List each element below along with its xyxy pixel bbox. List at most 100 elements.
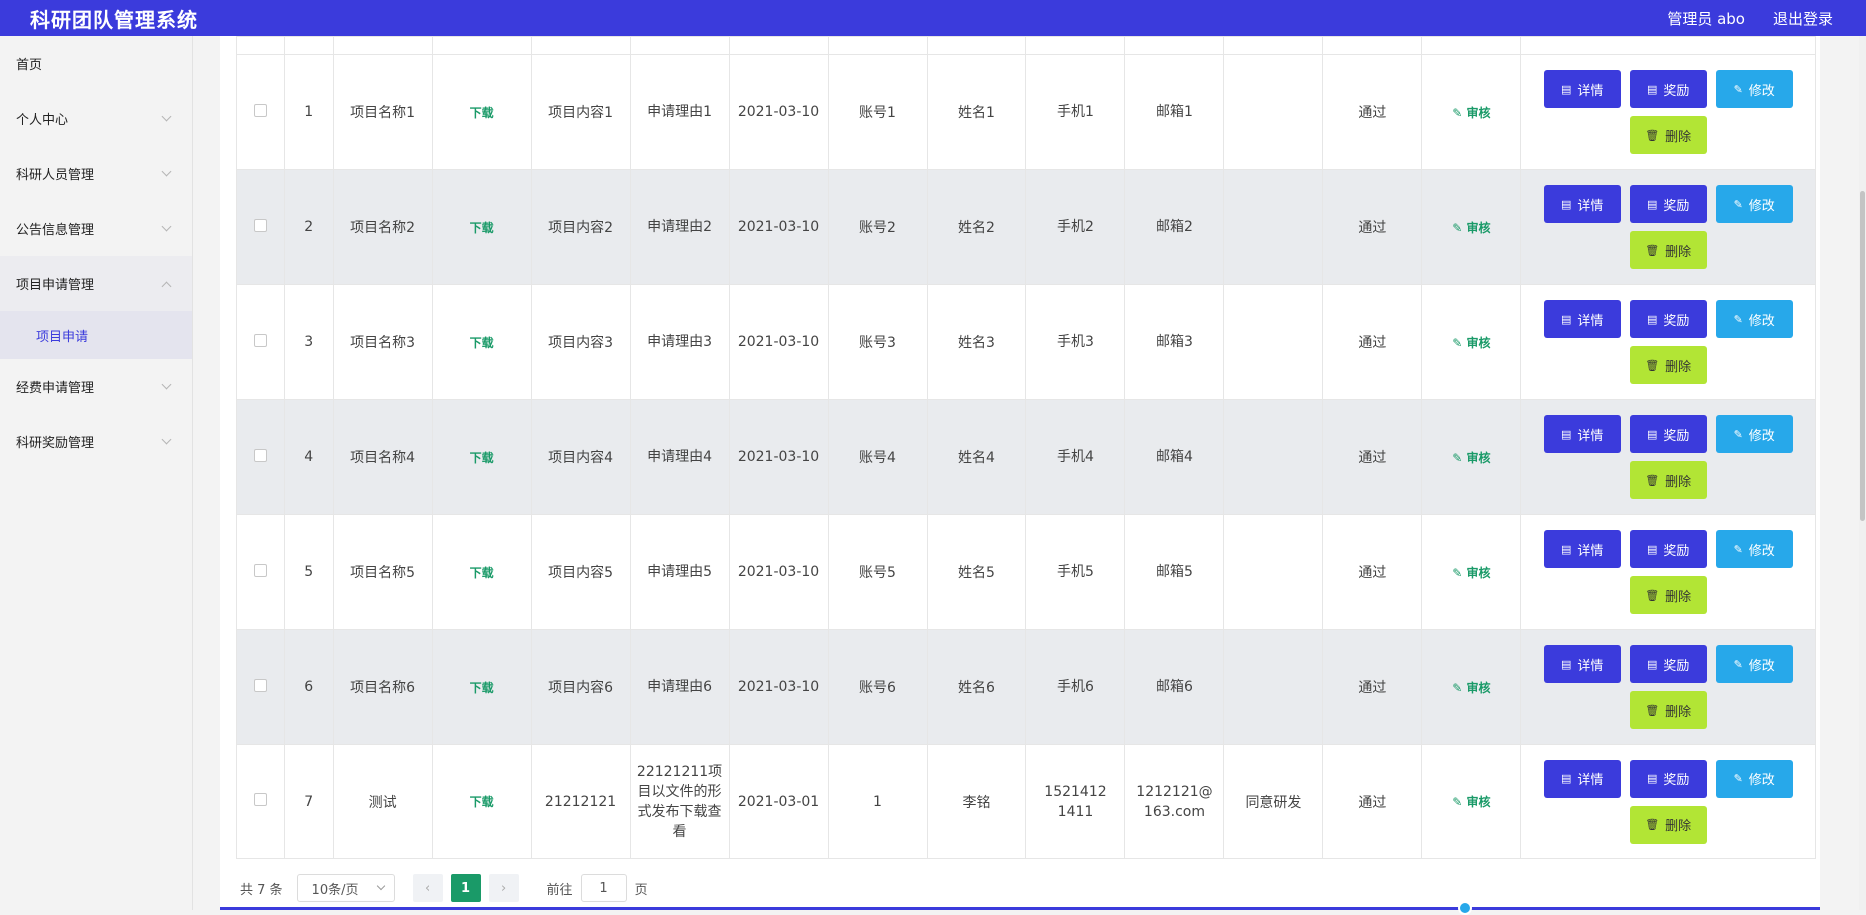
reward-button-label: 奖励 (1663, 428, 1690, 444)
sidebar-item-project-applications[interactable]: 项目申请管理 (0, 256, 192, 311)
email: 邮箱5 (1124, 514, 1225, 630)
data-table: 1 项目名称1 下载 项目内容1 申请理由1 2021-03-10 账号1 姓名1 手机1 邮箱1… (236, 36, 1816, 859)
audit-reply (1223, 54, 1324, 170)
document-icon: ▤ (1560, 657, 1572, 671)
edit-button[interactable]: ✎ 修改 (1715, 645, 1793, 683)
project-name: 项目名称2 (332, 169, 433, 285)
download-link[interactable]: 下载 (470, 106, 494, 120)
delete-button[interactable]: 🗑 删除 (1629, 231, 1707, 269)
delete-button[interactable]: 🗑 删除 (1629, 805, 1707, 844)
download-link[interactable]: 下载 (470, 681, 494, 695)
edit-button[interactable]: ✎ 修改 (1715, 300, 1793, 338)
sidebar: 首页 个人中心 科研人员管理 公告信息管理 项目申请管理 项目申请 经费申请管理… (0, 36, 193, 910)
sidebar-item-label: 科研人员管理 (16, 168, 95, 183)
download-link[interactable]: 下载 (470, 566, 494, 580)
next-page-button[interactable]: › (488, 874, 519, 902)
table-header-row (236, 36, 1816, 55)
scroll-handle[interactable] (1458, 901, 1472, 915)
detail-button[interactable]: ▤ 详情 (1543, 415, 1621, 453)
account: 账号5 (827, 514, 928, 630)
audit-link[interactable]: ✎ 审核 (1452, 106, 1490, 120)
audit-link[interactable]: ✎ 审核 (1452, 336, 1490, 350)
row-index: 1 (283, 54, 334, 170)
edit-button[interactable]: ✎ 修改 (1715, 759, 1793, 798)
document-icon: ▤ (1560, 197, 1572, 211)
apply-reason: 22121211项目以文件的形式发布下载查看 (629, 744, 730, 859)
reward-button[interactable]: ▤ 奖励 (1629, 185, 1707, 223)
detail-button[interactable]: ▤ 详情 (1543, 185, 1621, 223)
audit-link[interactable]: ✎ 审核 (1452, 221, 1490, 235)
audit-link[interactable]: ✎ 审核 (1452, 795, 1490, 809)
download-link[interactable]: 下载 (470, 221, 494, 235)
reward-button[interactable]: ▤ 奖励 (1629, 759, 1707, 798)
audit-link[interactable]: ✎ 审核 (1452, 451, 1490, 465)
person-name: 姓名1 (926, 54, 1027, 170)
apply-date: 2021-03-10 (728, 284, 829, 400)
reward-button[interactable]: ▤ 奖励 (1629, 300, 1707, 338)
audit-status: 通过 (1322, 514, 1423, 630)
row-checkbox[interactable] (253, 103, 267, 117)
download-link[interactable]: 下载 (470, 795, 494, 809)
sidebar-item-announcements[interactable]: 公告信息管理 (0, 201, 192, 256)
page-number-current[interactable]: 1 (450, 874, 481, 902)
phone: 15214121411 (1025, 744, 1126, 859)
audit-link[interactable]: ✎ 审核 (1452, 566, 1490, 580)
sidebar-item-funding[interactable]: 经费申请管理 (0, 359, 192, 414)
top-bar: 科研团队管理系统 管理员 abo 退出登录 (0, 0, 1866, 36)
sidebar-item-personal-center[interactable]: 个人中心 (0, 91, 192, 146)
download-link[interactable]: 下载 (470, 336, 494, 350)
audit-reply: 同意研发 (1223, 744, 1324, 859)
edit-button[interactable]: ✎ 修改 (1715, 415, 1793, 453)
prev-page-button[interactable]: ‹ (412, 874, 443, 902)
project-content: 项目内容2 (530, 169, 631, 285)
email: 邮箱4 (1124, 399, 1225, 515)
edit-button[interactable]: ✎ 修改 (1715, 530, 1793, 568)
project-name: 项目名称4 (332, 399, 433, 515)
detail-button[interactable]: ▤ 详情 (1543, 70, 1621, 108)
row-checkbox[interactable] (253, 333, 267, 347)
reward-button[interactable]: ▤ 奖励 (1629, 415, 1707, 453)
edit-button[interactable]: ✎ 修改 (1715, 70, 1793, 108)
trash-icon: 🗑 (1645, 358, 1660, 372)
audit-status: 通过 (1322, 629, 1423, 745)
row-actions: ▤ 详情 ▤ 奖励 ✎ 修改 🗑 删除 (1533, 70, 1803, 154)
detail-button-label: 详情 (1577, 658, 1604, 674)
detail-button[interactable]: ▤ 详情 (1543, 645, 1621, 683)
document-icon: ▤ (1646, 542, 1658, 556)
reward-button[interactable]: ▤ 奖励 (1629, 70, 1707, 108)
row-checkbox[interactable] (253, 448, 267, 462)
delete-button[interactable]: 🗑 删除 (1629, 461, 1707, 499)
reward-button[interactable]: ▤ 奖励 (1629, 530, 1707, 568)
page-size-select[interactable]: 10条/页 (296, 874, 395, 902)
detail-button[interactable]: ▤ 详情 (1543, 300, 1621, 338)
delete-button[interactable]: 🗑 删除 (1629, 116, 1707, 154)
delete-button[interactable]: 🗑 删除 (1629, 346, 1707, 384)
logout-link[interactable]: 退出登录 (1773, 8, 1833, 29)
phone: 手机6 (1025, 629, 1126, 745)
audit-status: 通过 (1322, 284, 1423, 400)
row-checkbox[interactable] (253, 793, 267, 806)
download-link[interactable]: 下载 (470, 451, 494, 465)
delete-button[interactable]: 🗑 删除 (1629, 691, 1707, 729)
sidebar-item-researchers[interactable]: 科研人员管理 (0, 146, 192, 201)
audit-link[interactable]: ✎ 审核 (1452, 681, 1490, 695)
email: 邮箱1 (1124, 54, 1225, 170)
row-checkbox[interactable] (253, 678, 267, 692)
vertical-scrollbar[interactable] (1859, 36, 1866, 910)
delete-button[interactable]: 🗑 删除 (1629, 576, 1707, 614)
edit-button-label: 修改 (1748, 658, 1775, 674)
row-checkbox[interactable] (253, 218, 267, 232)
edit-button[interactable]: ✎ 修改 (1715, 185, 1793, 223)
scroll-thumb[interactable] (1860, 191, 1865, 521)
goto-page-input[interactable]: 1 (580, 874, 627, 902)
detail-button[interactable]: ▤ 详情 (1543, 759, 1621, 798)
person-name: 李铭 (926, 744, 1027, 859)
apply-date: 2021-03-10 (728, 399, 829, 515)
row-checkbox[interactable] (253, 563, 267, 577)
sidebar-item-awards[interactable]: 科研奖励管理 (0, 414, 192, 469)
sidebar-subitem-project-application[interactable]: 项目申请 (0, 311, 192, 359)
goto-prefix: 前往 (546, 882, 573, 898)
detail-button[interactable]: ▤ 详情 (1543, 530, 1621, 568)
reward-button[interactable]: ▤ 奖励 (1629, 645, 1707, 683)
sidebar-item-home[interactable]: 首页 (0, 36, 192, 91)
